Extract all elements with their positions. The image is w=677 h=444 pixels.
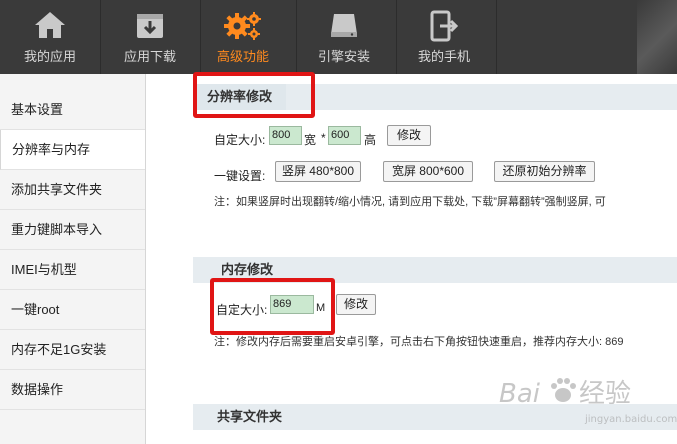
sidebar-item-imei-model[interactable]: IMEI与机型 <box>0 250 145 290</box>
sidebar-item-basic-settings[interactable]: 基本设置 <box>0 90 145 130</box>
nav-item-label: 应用下载 <box>123 50 176 65</box>
download-box-icon <box>134 10 166 44</box>
baidu-watermark: Bai 经验 jingyan.baidu.com <box>495 368 677 428</box>
resolution-height-unit: 高 <box>364 133 377 147</box>
svg-text:jingyan.baidu.com: jingyan.baidu.com <box>584 414 677 425</box>
landscape-preset-button[interactable]: 宽屏 800*600 <box>383 161 473 182</box>
svg-text:Bai: Bai <box>499 379 541 409</box>
portrait-preset-button[interactable]: 竖屏 480*800 <box>275 161 361 182</box>
resolution-times-sign: * <box>321 131 326 145</box>
resolution-title-highlight <box>193 72 315 118</box>
resolution-width-input[interactable]: 800 <box>269 126 302 145</box>
resolution-width-unit: 宽 <box>304 133 317 147</box>
nav-item-engine-install[interactable]: 引擎安装 <box>294 0 394 74</box>
sidebar-item-low-memory-install[interactable]: 内存不足1G安装 <box>0 330 145 370</box>
shared-section-title: 共享文件夹 <box>217 409 283 424</box>
resolution-note: 注：如果竖屏时出现翻转/缩小情况, 请到应用下载处, 下载”屏幕翻转”强制竖屏,… <box>214 196 606 208</box>
resolution-height-input[interactable]: 600 <box>328 126 361 145</box>
memory-input-highlight <box>210 278 335 335</box>
memory-note: 注：修改内存后需要重启安卓引擎，可点击右下角按钮快速重启，推荐内存大小: 869 <box>214 336 624 348</box>
nav-item-my-phone[interactable]: 我的手机 <box>394 0 494 74</box>
restore-resolution-button[interactable]: 还原初始分辨率 <box>494 161 595 182</box>
drive-icon <box>328 10 360 44</box>
sidebar-item-resolution-memory[interactable]: 分辨率与内存 <box>0 130 145 170</box>
nav-item-my-apps[interactable]: 我的应用 <box>0 0 100 74</box>
top-navigation-bar: 我的应用 应用下载 高级功能 引擎安装 我的手机 <box>0 0 677 74</box>
memory-modify-button[interactable]: 修改 <box>336 294 376 315</box>
resolution-custom-label: 自定大小: <box>214 133 266 147</box>
svg-text:经验: 经验 <box>579 379 631 409</box>
gears-icon <box>223 10 263 46</box>
resolution-modify-button[interactable]: 修改 <box>387 125 431 146</box>
nav-item-label: 我的应用 <box>23 50 76 65</box>
nav-item-label: 高级功能 <box>216 50 269 65</box>
sidebar-item-add-shared-folder[interactable]: 添加共享文件夹 <box>0 170 145 210</box>
resolution-preset-label: 一键设置: <box>214 169 266 183</box>
topbar-decoration <box>637 0 677 74</box>
phone-exit-icon <box>428 10 460 46</box>
nav-item-label: 引擎安装 <box>317 50 370 65</box>
nav-item-app-download[interactable]: 应用下载 <box>100 0 200 74</box>
sidebar-item-data-operations[interactable]: 数据操作 <box>0 370 145 410</box>
home-icon <box>33 10 67 44</box>
sidebar-item-one-click-root[interactable]: 一键root <box>0 290 145 330</box>
sidebar-item-gravity-script[interactable]: 重力键脚本导入 <box>0 210 145 250</box>
nav-item-label: 我的手机 <box>417 50 470 65</box>
nav-item-advanced[interactable]: 高级功能 <box>196 0 290 74</box>
